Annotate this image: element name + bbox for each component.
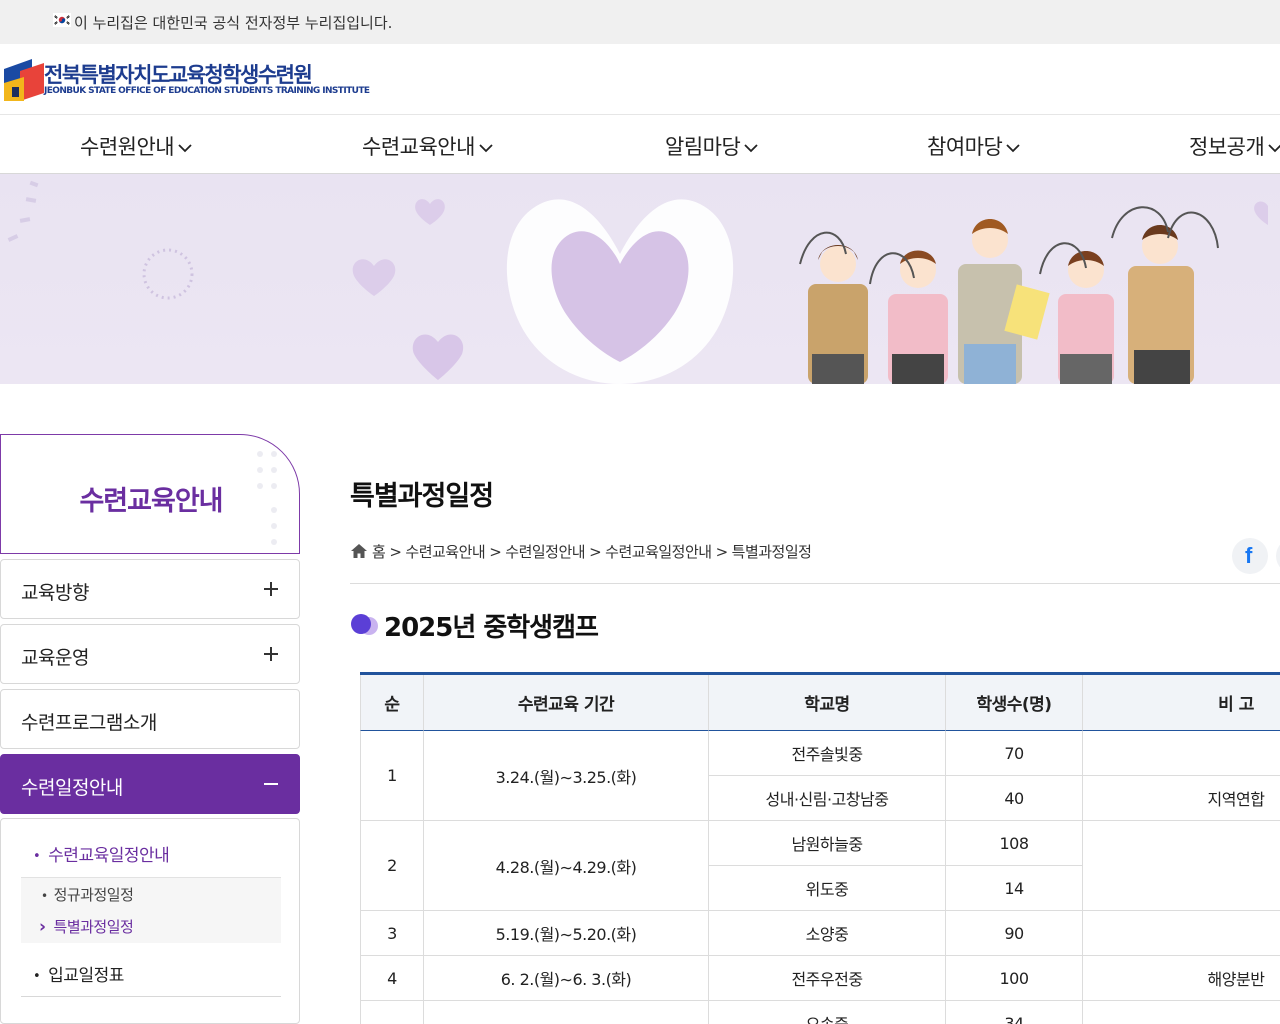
breadcrumb-item[interactable]: 수련일정안내 bbox=[505, 543, 585, 561]
submenu-divider bbox=[21, 996, 281, 997]
gov-banner: 이 누리집은 대한민국 공식 전자정부 누리집입니다. bbox=[0, 0, 1280, 44]
plus-icon bbox=[264, 582, 278, 596]
gnb-item-label: 알림마당 bbox=[665, 135, 741, 159]
table-cell-count: 14 bbox=[946, 866, 1083, 911]
breadcrumb-home[interactable]: 홈 bbox=[372, 543, 386, 561]
table-header-school: 학교명 bbox=[709, 675, 946, 731]
content-divider bbox=[350, 583, 1280, 584]
chevron-down-icon bbox=[1268, 144, 1280, 153]
gnb-item-label: 수련교육안내 bbox=[362, 135, 475, 159]
sidebar-item-label: 수련프로그램소개 bbox=[21, 712, 157, 734]
table-cell-school: 소양중 bbox=[709, 911, 946, 956]
table-cell-no: 4 bbox=[360, 956, 424, 1001]
table-cell-no: 1 bbox=[360, 731, 424, 821]
korea-flag-icon bbox=[53, 13, 71, 27]
facebook-icon: f bbox=[1245, 543, 1253, 568]
table-header-count: 학생수(명) bbox=[946, 675, 1083, 731]
table-cell-count: 40 bbox=[946, 776, 1083, 821]
sidebar-item-education-operation[interactable]: 교육운영 bbox=[0, 624, 300, 684]
schedule-table: 순 수련교육 기간 학교명 학생수(명) 비 고 1 3.24.(월)∼3.25… bbox=[360, 672, 1280, 1024]
table-cell-count: 108 bbox=[946, 821, 1083, 866]
gnb-item-label: 정보공개 bbox=[1189, 135, 1265, 159]
table-cell-school: 위도중 bbox=[709, 866, 946, 911]
submenu-level2: 정규과정일정 특별과정일정 bbox=[21, 877, 281, 943]
sidebar-item-program-intro[interactable]: 수련프로그램소개 bbox=[0, 689, 300, 749]
banner-illustration bbox=[7, 180, 1268, 384]
table-cell-note bbox=[1083, 731, 1280, 776]
table-cell-note: 지역연합 bbox=[1083, 776, 1280, 821]
breadcrumb-separator: > bbox=[489, 543, 502, 561]
table-cell-note: 해양분반 bbox=[1083, 956, 1280, 1001]
table-header-note: 비 고 bbox=[1083, 675, 1280, 731]
breadcrumb-separator: > bbox=[389, 543, 402, 561]
logo-text-korean[interactable]: 전북특별자치도교육청학생수련원 bbox=[44, 59, 313, 89]
table-cell-period: 4.28.(월)∼4.29.(화) bbox=[424, 821, 709, 911]
table-cell-count: 100 bbox=[946, 956, 1083, 1001]
table-cell-note bbox=[1083, 821, 1280, 911]
sidebar-item-label: 수련일정안내 bbox=[21, 777, 123, 799]
chevron-down-icon bbox=[744, 144, 758, 153]
section-title: 2025년 중학생캠프 bbox=[384, 613, 599, 643]
table-cell-period: 5.19.(월)∼5.20.(화) bbox=[424, 911, 709, 956]
gnb-item-notice[interactable]: 알림마당 bbox=[665, 131, 760, 161]
table-cell-count: 34 bbox=[946, 1001, 1083, 1024]
gov-banner-text[interactable]: 이 누리집은 대한민국 공식 전자정부 누리집입니다. bbox=[74, 12, 392, 33]
logo-text-english[interactable]: JEONBUK STATE OFFICE OF EDUCATION STUDEN… bbox=[44, 86, 370, 96]
table-cell-school: 전주솔빛중 bbox=[709, 731, 946, 776]
table-cell-period: 3.24.(월)∼3.25.(화) bbox=[424, 731, 709, 821]
site-header: 전북특별자치도교육청학생수련원 JEONBUK STATE OFFICE OF … bbox=[0, 44, 1280, 114]
sidebar-title-box: 수련교육안내 bbox=[0, 434, 300, 554]
sidebar-item-label: 교육운영 bbox=[21, 647, 89, 669]
breadcrumb-separator: > bbox=[589, 543, 602, 561]
breadcrumb-current[interactable]: 특별과정일정 bbox=[732, 543, 812, 561]
institute-logo-icon[interactable] bbox=[2, 57, 44, 103]
submenu-item-training-schedule[interactable]: 수련교육일정안내 bbox=[33, 841, 170, 866]
facebook-share-button[interactable]: f bbox=[1232, 538, 1268, 574]
table-header-period: 수련교육 기간 bbox=[424, 675, 709, 731]
table-cell-school: 오송중 bbox=[709, 1001, 946, 1024]
table-cell-no: 3 bbox=[360, 911, 424, 956]
chevron-down-icon bbox=[178, 144, 192, 153]
sidebar-title: 수련교육안내 bbox=[79, 486, 223, 517]
sidebar-submenu: 수련교육일정안내 정규과정일정 특별과정일정 입교일정표 bbox=[0, 818, 300, 1024]
page-title: 특별과정일정 bbox=[350, 481, 494, 512]
table-cell-no bbox=[360, 1001, 424, 1024]
table-cell-period bbox=[424, 1001, 709, 1024]
breadcrumb-item[interactable]: 수련교육일정안내 bbox=[605, 543, 712, 561]
section-bullet-icon bbox=[351, 614, 378, 635]
submenu-item-entrance-schedule[interactable]: 입교일정표 bbox=[33, 961, 124, 986]
table-cell-count: 90 bbox=[946, 911, 1083, 956]
table-cell-period: 6. 2.(월)∼6. 3.(화) bbox=[424, 956, 709, 1001]
sidebar-item-schedule-info[interactable]: 수련일정안내 bbox=[0, 754, 300, 814]
plus-icon bbox=[264, 647, 278, 661]
gnb-item-training-info[interactable]: 수련교육안내 bbox=[362, 131, 495, 161]
share-button[interactable] bbox=[1276, 538, 1280, 574]
gnb-item-label: 수련원안내 bbox=[80, 135, 175, 159]
table-cell-count: 70 bbox=[946, 731, 1083, 776]
breadcrumb-item[interactable]: 수련교육안내 bbox=[405, 543, 485, 561]
home-icon[interactable] bbox=[350, 543, 368, 559]
submenu-item-regular-schedule[interactable]: 정규과정일정 bbox=[43, 884, 134, 905]
sidebar-item-label: 교육방향 bbox=[21, 582, 89, 604]
table-cell-note bbox=[1083, 911, 1280, 956]
table-cell-school: 전주우전중 bbox=[709, 956, 946, 1001]
gnb-item-institute-info[interactable]: 수련원안내 bbox=[80, 131, 194, 161]
gnb-item-disclosure[interactable]: 정보공개 bbox=[1189, 131, 1280, 161]
chevron-down-icon bbox=[479, 144, 493, 153]
breadcrumb: 홈 > 수련교육안내 > 수련일정안내 > 수련교육일정안내 > 특별과정일정 bbox=[350, 541, 812, 562]
page-banner bbox=[0, 174, 1280, 384]
table-cell-school: 성내·신림·고창남중 bbox=[709, 776, 946, 821]
table-cell-school: 남원하늘중 bbox=[709, 821, 946, 866]
chevron-down-icon bbox=[1006, 144, 1020, 153]
gnb-item-participation[interactable]: 참여마당 bbox=[927, 131, 1022, 161]
breadcrumb-separator: > bbox=[715, 543, 729, 561]
table-cell-no: 2 bbox=[360, 821, 424, 911]
main-navigation: 수련원안내 수련교육안내 알림마당 참여마당 정보공개 bbox=[0, 114, 1280, 174]
sidebar-item-education-direction[interactable]: 교육방향 bbox=[0, 559, 300, 619]
gnb-item-label: 참여마당 bbox=[927, 135, 1003, 159]
submenu-item-special-schedule[interactable]: 특별과정일정 bbox=[43, 916, 134, 937]
table-header-no: 순 bbox=[360, 675, 424, 731]
minus-icon bbox=[264, 783, 278, 785]
table-cell-note bbox=[1083, 1001, 1280, 1024]
